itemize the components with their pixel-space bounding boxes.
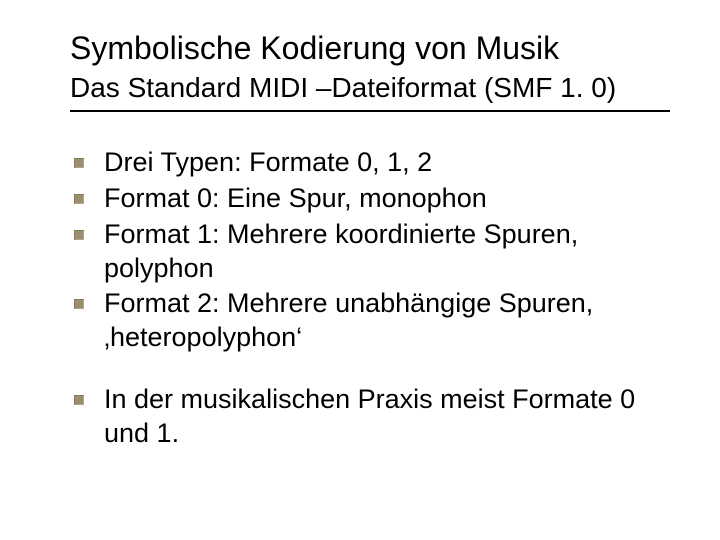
bullet-icon	[74, 299, 84, 309]
bullet-list-2: In der musikalischen Praxis meist Format…	[70, 383, 670, 451]
bullet-text: Format 1: Mehrere koordinierte Spuren, p…	[104, 219, 578, 283]
bullet-text: Drei Typen: Formate 0, 1, 2	[104, 147, 432, 177]
bullet-icon	[74, 158, 84, 168]
list-item: Format 0: Eine Spur, monophon	[70, 182, 670, 216]
title-block: Symbolische Kodierung von Musik Das Stan…	[70, 30, 670, 112]
bullet-icon	[74, 230, 84, 240]
bullet-text: In der musikalischen Praxis meist Format…	[104, 384, 635, 448]
list-item: Format 2: Mehrere unabhängige Spuren, ‚h…	[70, 287, 670, 355]
list-item: In der musikalischen Praxis meist Format…	[70, 383, 670, 451]
list-item: Format 1: Mehrere koordinierte Spuren, p…	[70, 218, 670, 286]
bullet-icon	[74, 194, 84, 204]
list-item: Drei Typen: Formate 0, 1, 2	[70, 146, 670, 180]
bullet-list-1: Drei Typen: Formate 0, 1, 2 Format 0: Ei…	[70, 146, 670, 355]
slide-subtitle: Das Standard MIDI –Dateiformat (SMF 1. 0…	[70, 71, 670, 105]
bullet-text: Format 2: Mehrere unabhängige Spuren, ‚h…	[104, 288, 593, 352]
slide: Symbolische Kodierung von Musik Das Stan…	[0, 0, 720, 540]
slide-title: Symbolische Kodierung von Musik	[70, 30, 670, 67]
bullet-text: Format 0: Eine Spur, monophon	[104, 183, 487, 213]
bullet-icon	[74, 395, 84, 405]
